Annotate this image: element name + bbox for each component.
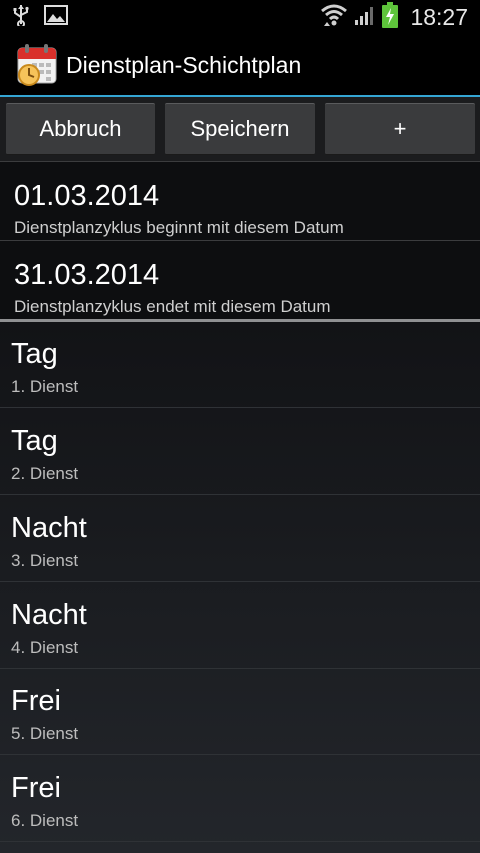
duty-name: Nacht bbox=[11, 512, 87, 544]
image-icon bbox=[44, 5, 68, 29]
usb-icon bbox=[12, 4, 30, 30]
status-bar-notifications bbox=[0, 4, 68, 30]
battery-charging-icon bbox=[382, 2, 399, 32]
duty-caption: 5. Dienst bbox=[11, 724, 79, 743]
status-bar-system: 18:27 bbox=[320, 2, 480, 32]
list-item[interactable]: Frei 5. Dienst bbox=[0, 669, 480, 755]
start-date-value: 01.03.2014 bbox=[14, 180, 160, 212]
calendar-clock-icon bbox=[16, 43, 60, 87]
status-bar: 18:27 bbox=[0, 0, 480, 34]
duty-list: Tag 1. Dienst Tag 2. Dienst Nacht 3. Die… bbox=[0, 322, 480, 853]
start-date-row[interactable]: 01.03.2014 Dienstplanzyklus beginnt mit … bbox=[0, 162, 480, 241]
duty-caption: 4. Dienst bbox=[11, 638, 79, 657]
duty-name: Tag bbox=[11, 425, 58, 457]
start-date-caption: Dienstplanzyklus beginnt mit diesem Datu… bbox=[14, 218, 344, 237]
action-bar: Dienstplan-Schichtplan bbox=[0, 34, 480, 96]
button-bar: Abbruch Speichern + bbox=[0, 97, 480, 161]
duty-name: Tag bbox=[11, 338, 58, 370]
end-date-value: 31.03.2014 bbox=[14, 259, 160, 291]
end-date-caption: Dienstplanzyklus endet mit diesem Datum bbox=[14, 297, 331, 316]
list-item[interactable]: Tag 1. Dienst bbox=[0, 322, 480, 408]
duty-name: Frei bbox=[11, 772, 61, 804]
app-title: Dienstplan-Schichtplan bbox=[66, 51, 302, 78]
duty-name: Frei bbox=[11, 685, 61, 717]
duty-name: Nacht bbox=[11, 599, 87, 631]
duty-caption: 3. Dienst bbox=[11, 551, 79, 570]
list-item[interactable]: Nacht 4. Dienst bbox=[0, 583, 480, 669]
signal-icon bbox=[354, 4, 376, 30]
end-date-row[interactable]: 31.03.2014 Dienstplanzyklus endet mit di… bbox=[0, 241, 480, 320]
list-item[interactable]: Frei 6. Dienst bbox=[0, 756, 480, 842]
cancel-button[interactable]: Abbruch bbox=[6, 103, 155, 155]
wifi-icon bbox=[320, 3, 348, 31]
list-item[interactable]: Tag 2. Dienst bbox=[0, 409, 480, 495]
list-item[interactable]: Nacht 3. Dienst bbox=[0, 496, 480, 582]
add-button[interactable]: + bbox=[325, 103, 475, 155]
save-button[interactable]: Speichern bbox=[165, 103, 315, 155]
clock: 18:27 bbox=[410, 3, 468, 30]
duty-caption: 6. Dienst bbox=[11, 811, 79, 830]
duty-caption: 1. Dienst bbox=[11, 377, 79, 396]
duty-caption: 2. Dienst bbox=[11, 464, 79, 483]
